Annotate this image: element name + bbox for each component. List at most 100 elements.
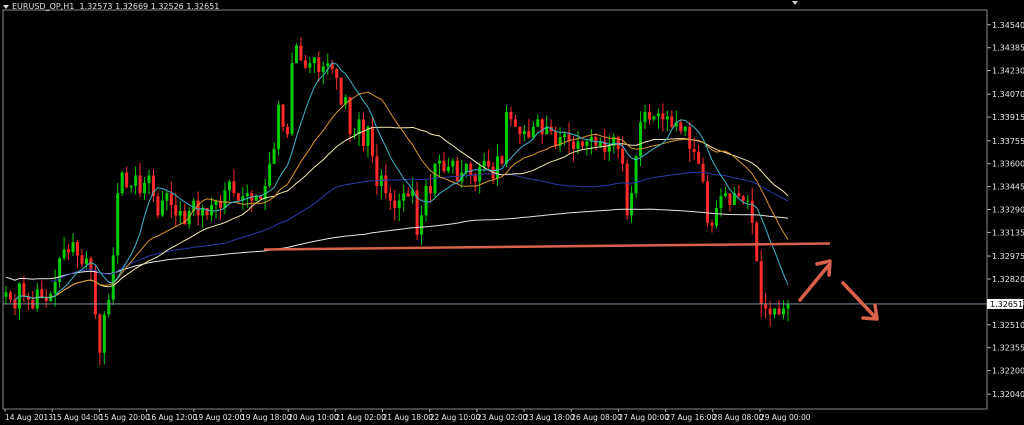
candle-body — [111, 255, 115, 300]
candle-body — [500, 156, 504, 164]
candle-body — [580, 141, 584, 146]
candle-body — [639, 122, 643, 157]
candle-body — [527, 131, 531, 138]
x-tick-label: 19 Aug 18:00 — [241, 413, 292, 422]
candle-body — [8, 292, 12, 300]
candle-body — [679, 122, 683, 132]
candle-body — [254, 196, 258, 201]
y-tick-label: 1.34385 — [992, 44, 1024, 53]
candle-body — [683, 126, 687, 132]
x-tick-label: 27 Aug 00:00 — [618, 413, 669, 422]
candle-body — [120, 172, 124, 194]
y-tick-label: 1.33445 — [992, 183, 1024, 192]
candle-body — [522, 131, 526, 135]
chart-header: EURUSD_OP,H1 1.32573 1.32669 1.32526 1.3… — [3, 2, 219, 11]
candle-body — [728, 193, 732, 206]
ohlc-label: 1.32573 1.32669 1.32526 1.32651 — [79, 2, 220, 11]
candle-body — [67, 249, 71, 253]
candle-body — [80, 255, 84, 265]
candle-body — [621, 148, 625, 164]
candle-body — [169, 193, 173, 206]
candle-body — [107, 299, 111, 315]
candle-body — [223, 190, 227, 209]
candle-body — [317, 57, 321, 73]
x-tick-label: 15 Aug 20:00 — [99, 413, 150, 422]
candle-body — [773, 308, 777, 315]
candle-body — [286, 126, 290, 135]
candle-body — [402, 193, 406, 201]
candle-body — [326, 63, 330, 67]
chart-shift-icon[interactable] — [792, 1, 798, 5]
candle-body — [723, 193, 727, 197]
candle-body — [129, 185, 133, 188]
candle-body — [420, 215, 424, 235]
candle-body — [75, 242, 79, 256]
candle-body — [210, 205, 214, 216]
candle-body — [442, 160, 446, 172]
candle-body — [277, 104, 281, 149]
candle-body — [697, 151, 701, 164]
candle-body — [321, 66, 325, 73]
candle-body — [576, 141, 580, 149]
candle-body — [361, 119, 365, 146]
candle-body — [357, 119, 361, 135]
candle-body — [509, 111, 513, 120]
candle-body — [437, 160, 441, 164]
x-tick-label: 21 Aug 18:00 — [383, 413, 434, 422]
candle-body — [473, 175, 477, 182]
y-tick-label: 1.33600 — [992, 160, 1024, 169]
candle-body — [160, 200, 164, 216]
candle-body — [290, 63, 294, 135]
candle-body — [759, 261, 763, 305]
candle-body — [652, 116, 656, 120]
candle-body — [339, 77, 343, 105]
candle-body — [782, 308, 786, 315]
candle-body — [464, 163, 468, 173]
y-tick-label: 1.32040 — [992, 390, 1024, 399]
candle-body — [4, 292, 8, 297]
candle-body — [196, 200, 200, 216]
candle-body — [138, 175, 142, 194]
candle-body — [89, 258, 93, 271]
chevron-down-icon[interactable] — [3, 4, 9, 9]
x-tick-label: 20 Aug 10:00 — [288, 413, 339, 422]
y-tick-label: 1.33755 — [992, 137, 1024, 146]
candle-body — [665, 116, 669, 120]
candle-body — [661, 113, 665, 120]
x-tick-label: 23 Aug 18:00 — [524, 413, 575, 422]
x-tick-label: 22 Aug 10:00 — [430, 413, 481, 422]
x-tick-label: 15 Aug 04:00 — [52, 413, 103, 422]
candle-body — [232, 181, 236, 194]
y-tick-label: 1.34070 — [992, 90, 1024, 99]
y-tick-label: 1.34540 — [992, 21, 1024, 30]
y-tick-label: 1.32510 — [992, 321, 1024, 330]
candle-body — [147, 175, 151, 183]
candle-body — [178, 210, 182, 216]
x-tick-label: 26 Aug 08:00 — [571, 413, 622, 422]
candle-body — [656, 113, 660, 117]
candle-body — [40, 289, 44, 297]
candle-body — [737, 193, 741, 197]
candle-body — [393, 200, 397, 209]
candle-body — [156, 196, 160, 216]
x-tick-label: 29 Aug 00:00 — [760, 413, 811, 422]
candle-body — [272, 148, 276, 164]
candle-body — [643, 111, 647, 123]
candle-body — [607, 145, 611, 152]
candle-body — [746, 200, 750, 202]
candle-body — [281, 104, 285, 127]
candle-body — [513, 119, 517, 127]
candle-body — [245, 193, 249, 197]
candle-body — [294, 45, 298, 64]
candle-body — [125, 172, 129, 188]
price-chart[interactable]: 1.34540 1.34385 1.34230 1.34070 1.33915 1.337… — [0, 0, 1024, 425]
candle-body — [98, 314, 102, 353]
candle-body — [227, 181, 231, 191]
x-tick-label: 28 Aug 08:00 — [713, 413, 764, 422]
x-tick-label: 21 Aug 02:00 — [335, 413, 386, 422]
x-tick-label: 16 Aug 12:00 — [147, 413, 198, 422]
candle-body — [719, 196, 723, 209]
candle-body — [741, 196, 745, 201]
candle-body — [482, 160, 486, 167]
chart-window[interactable]: 1.34540 1.34385 1.34230 1.34070 1.33915 1.337… — [0, 0, 1024, 425]
